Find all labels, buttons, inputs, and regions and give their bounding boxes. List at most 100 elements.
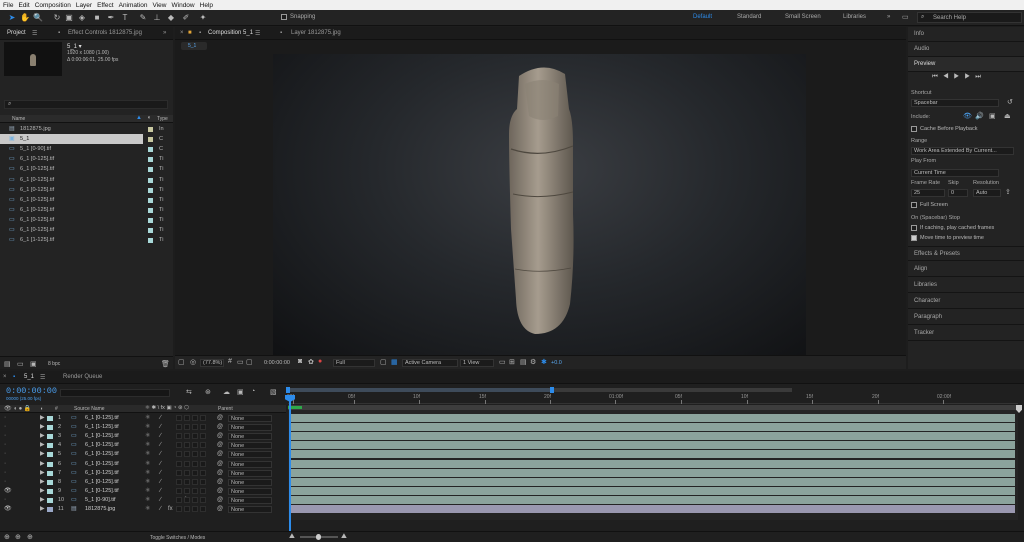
- switch-box[interactable]: [192, 478, 198, 485]
- pickwhip-icon[interactable]: @: [217, 505, 223, 514]
- video-visibility-icon[interactable]: ▪: [4, 478, 6, 487]
- layer-row[interactable]: ▪ ▶ 7 ▭ 6_1 [0-125].tif ⚛ ∕ @ None: [0, 468, 1024, 478]
- parent-dropdown[interactable]: None: [228, 442, 272, 450]
- safe-margins-icon[interactable]: ▭: [237, 358, 244, 366]
- comp-menu-icon[interactable]: ☰: [255, 30, 260, 37]
- collapse-switch-icon[interactable]: ⚛: [145, 450, 150, 459]
- switch-box[interactable]: [184, 424, 190, 431]
- layer-source-name[interactable]: 6_1 [0-125].tif: [85, 450, 119, 459]
- layer-source-name[interactable]: 6_1 [1-125].tif: [85, 423, 119, 432]
- snapshot-icon[interactable]: ◙: [298, 358, 302, 365]
- label-color-swatch[interactable]: [148, 127, 153, 132]
- video-visibility-icon[interactable]: 👁: [4, 487, 12, 496]
- transparency-grid-icon[interactable]: ▦: [391, 358, 398, 366]
- delete-icon[interactable]: 🗑: [161, 360, 170, 368]
- menu-window[interactable]: Window: [172, 2, 195, 9]
- expand-layer-icon[interactable]: ▶: [40, 505, 45, 514]
- new-composition-icon[interactable]: ▣: [30, 360, 37, 368]
- transfer-controls-toggle-icon[interactable]: ⊕: [15, 533, 21, 541]
- pickwhip-icon[interactable]: @: [217, 478, 223, 487]
- switch-box[interactable]: [184, 442, 190, 449]
- exposure-value[interactable]: +0.0: [551, 360, 562, 366]
- zoom-in-icon[interactable]: ⛰: [341, 533, 347, 541]
- label-color-swatch[interactable]: [148, 187, 153, 193]
- comp-mini-flowchart-icon[interactable]: ⇆: [186, 388, 192, 396]
- layer-row[interactable]: ▪ ▶ 4 ▭ 6_1 [0-125].tif ⚛ ∕ @ None: [0, 441, 1024, 450]
- collapse-switch-icon[interactable]: ⚛: [145, 423, 150, 432]
- play-from-dropdown[interactable]: Current Time: [911, 169, 999, 177]
- switch-box[interactable]: [200, 415, 206, 421]
- collapse-switch-icon[interactable]: ⚛: [145, 460, 150, 469]
- layer-label-swatch[interactable]: [47, 479, 53, 485]
- magnification-dropdown[interactable]: (77.8%): [200, 359, 224, 367]
- pickwhip-icon[interactable]: @: [217, 414, 223, 423]
- switch-box[interactable]: [184, 469, 190, 476]
- quality-switch-icon[interactable]: ∕: [160, 505, 161, 514]
- video-visibility-icon[interactable]: ▪: [4, 450, 6, 459]
- export-icon[interactable]: ⇪: [1005, 188, 1011, 196]
- pan-behind-tool-icon[interactable]: ◈: [77, 12, 87, 23]
- layer-label-swatch[interactable]: [47, 497, 53, 503]
- parent-dropdown[interactable]: None: [228, 487, 272, 495]
- parent-dropdown[interactable]: None: [228, 433, 272, 441]
- layer-label-swatch[interactable]: [47, 507, 53, 512]
- zoom-out-icon[interactable]: ⛰: [289, 533, 295, 541]
- layer-label-swatch[interactable]: [47, 443, 53, 449]
- switch-box[interactable]: [176, 415, 182, 421]
- switch-box[interactable]: [192, 460, 198, 467]
- puppet-tool-icon[interactable]: ✦: [198, 12, 208, 23]
- quality-switch-icon[interactable]: ∕: [160, 450, 161, 459]
- timeline-toggle-icon[interactable]: ▤: [520, 358, 527, 366]
- switch-box[interactable]: [176, 424, 182, 431]
- work-area-end-handle[interactable]: [550, 387, 554, 393]
- layer-label-swatch[interactable]: [47, 470, 53, 476]
- if-caching-checkbox[interactable]: [911, 225, 917, 231]
- toggle-switches-modes-label[interactable]: Toggle Switches / Modes: [150, 535, 205, 541]
- bit-depth-label[interactable]: 8 bpc: [48, 361, 60, 367]
- column-type-header[interactable]: Type: [157, 116, 168, 122]
- expand-layer-icon[interactable]: ▶: [40, 423, 45, 432]
- video-visibility-icon[interactable]: ▪: [4, 496, 6, 505]
- layer-duration-bar[interactable]: [289, 432, 1015, 441]
- exposure-icon[interactable]: ✱: [541, 358, 547, 366]
- time-ruler[interactable]: 00f05f10f15f20f01:00f05f10f15f20f02:00f: [287, 394, 1018, 404]
- label-color-swatch[interactable]: [148, 217, 153, 223]
- layer-duration-bar[interactable]: [289, 505, 1015, 513]
- switch-box[interactable]: [192, 469, 198, 476]
- switch-box[interactable]: [176, 478, 182, 485]
- layer-label-swatch[interactable]: [47, 416, 53, 421]
- layer-source-name[interactable]: 6_1 [0-125].tif: [85, 469, 119, 478]
- switch-box[interactable]: [184, 496, 190, 503]
- switch-box[interactable]: [200, 506, 206, 512]
- frame-blending-icon[interactable]: ▣: [237, 388, 244, 396]
- mask-visibility-icon[interactable]: ◎: [190, 358, 196, 366]
- quality-switch-icon[interactable]: ∕: [160, 460, 161, 469]
- in-out-toggle-icon[interactable]: ⊕: [27, 533, 33, 541]
- layer-row[interactable]: ▪▶10▭5_1 [0-90].tif⚛∕@∂None: [0, 495, 1024, 505]
- tab-render-queue[interactable]: Render Queue: [63, 374, 102, 380]
- parent-dropdown[interactable]: None: [228, 451, 272, 459]
- layer-row[interactable]: ▪ ▶ 3 ▭ 6_1 [0-125].tif ⚛ ∕ @ None: [0, 432, 1024, 441]
- next-frame-icon[interactable]: ▶: [964, 73, 975, 80]
- quality-switch-icon[interactable]: ∕: [160, 441, 161, 450]
- region-of-interest-icon[interactable]: ▢: [380, 358, 387, 366]
- video-visibility-icon[interactable]: ▪: [4, 414, 6, 423]
- paragraph-header[interactable]: Paragraph: [908, 310, 1024, 325]
- label-color-swatch[interactable]: [148, 238, 153, 244]
- eraser-tool-icon[interactable]: ◆: [166, 12, 176, 23]
- flowchart-icon[interactable]: ⚙: [530, 358, 536, 366]
- camera-tool-icon[interactable]: ▣: [64, 12, 74, 23]
- switch-box[interactable]: [200, 469, 206, 476]
- close-timeline-tab-icon[interactable]: ×: [3, 374, 7, 380]
- switch-box[interactable]: [200, 460, 206, 467]
- layer-duration-bar[interactable]: [289, 423, 1015, 432]
- parent-dropdown[interactable]: None: [228, 424, 272, 432]
- move-time-checkbox[interactable]: [911, 235, 917, 241]
- type-tool-icon[interactable]: T: [120, 12, 130, 23]
- layer-duration-bar[interactable]: [289, 414, 1015, 422]
- expand-layer-icon[interactable]: ▶: [40, 432, 45, 441]
- menu-file[interactable]: File: [3, 2, 13, 9]
- switch-box[interactable]: [192, 487, 198, 494]
- parent-dropdown[interactable]: None: [228, 469, 272, 477]
- switch-box[interactable]: [192, 424, 198, 431]
